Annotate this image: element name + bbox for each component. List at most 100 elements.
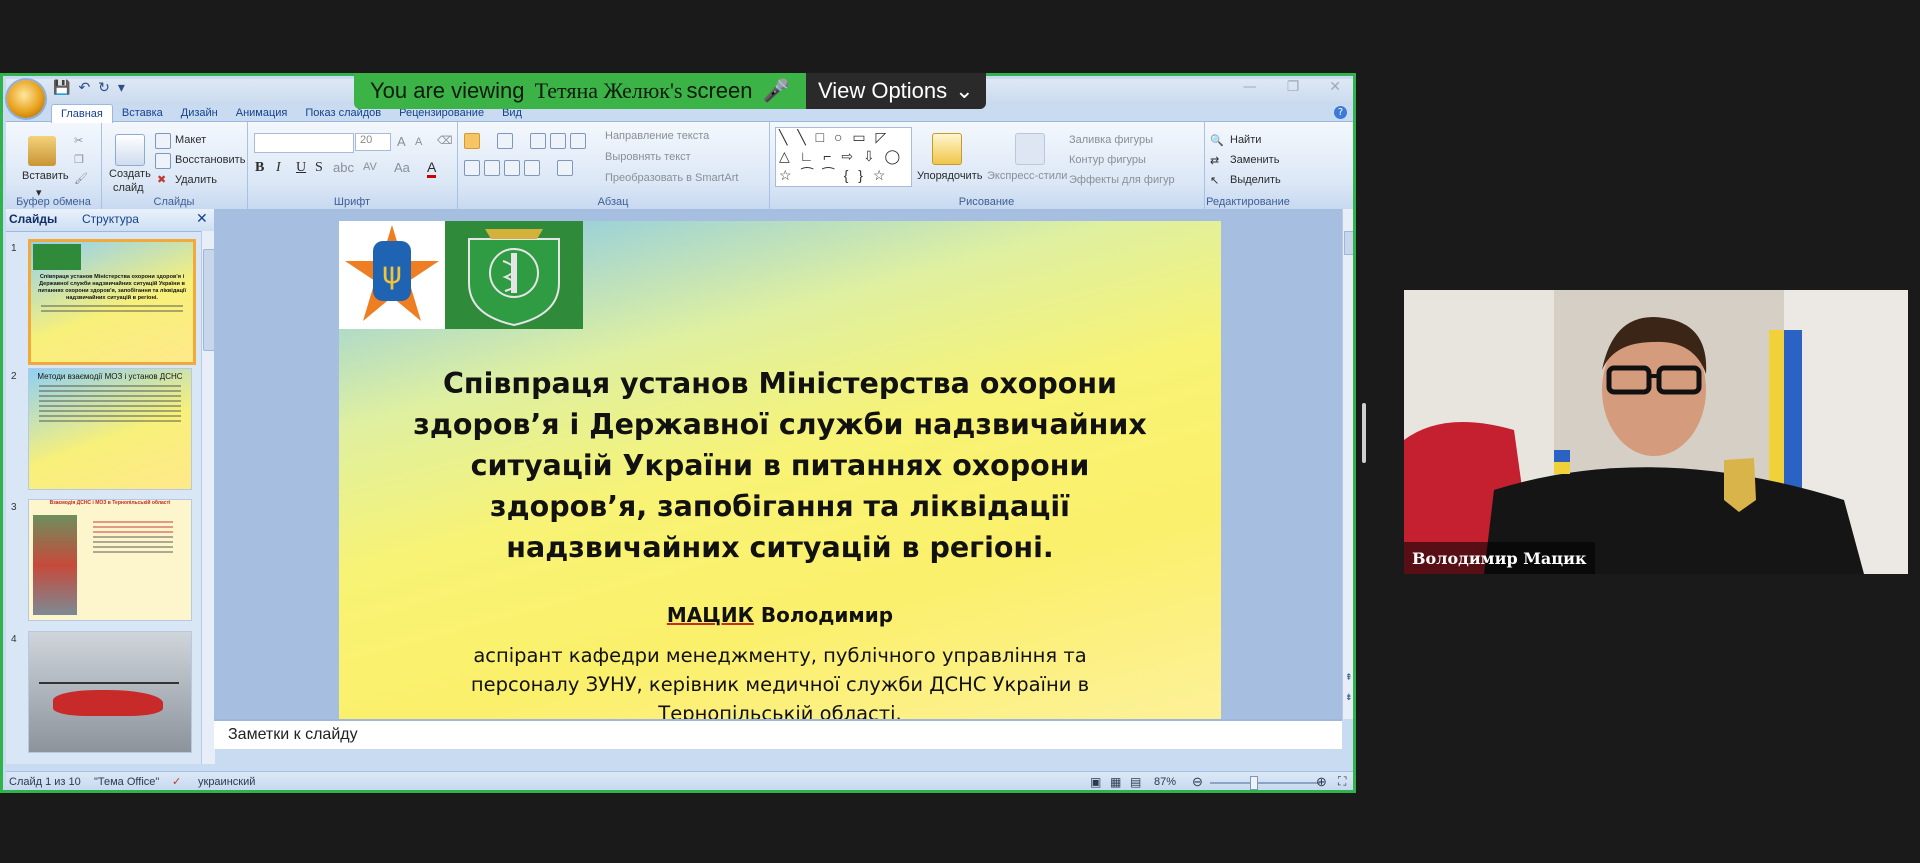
tab-insert[interactable]: Вставка [113, 104, 172, 123]
font-color-icon[interactable]: A [427, 159, 437, 178]
smartart-button[interactable]: Преобразовать в SmartArt [605, 172, 738, 184]
language[interactable]: украинский [198, 776, 255, 788]
spacing-icon[interactable]: AV [363, 161, 377, 173]
prev-slide-icon[interactable]: ⇞ [1345, 673, 1353, 683]
select-button[interactable]: Выделить [1230, 174, 1281, 186]
clear-format-icon[interactable]: ⌫ [437, 134, 453, 147]
arrange-button[interactable]: Упорядочить [917, 170, 982, 182]
underline-icon[interactable]: U [296, 160, 306, 176]
zoom-slider-handle[interactable] [1250, 776, 1258, 790]
redo-icon[interactable]: ↻ [98, 80, 110, 96]
paste-icon[interactable] [28, 136, 56, 166]
find-button[interactable]: Найти [1230, 134, 1261, 146]
numbering-icon[interactable] [497, 133, 513, 149]
justify-icon[interactable] [524, 160, 540, 176]
replace-button[interactable]: Заменить [1230, 154, 1279, 166]
drawing-label: Рисование [958, 196, 1015, 208]
normal-view-icon[interactable]: ▣ [1090, 775, 1101, 789]
quick-styles-button[interactable]: Экспресс-стили [987, 170, 1067, 182]
slide-thumb-2[interactable]: Методи взаємодії МОЗ і установ ДСНС [28, 368, 192, 490]
font-group: 20 A A ⌫ B I U S abc AV Aa A Шрифт [247, 122, 458, 210]
office-button[interactable] [7, 80, 45, 118]
slide-thumb-3[interactable]: Взаємодія ДСНС і МОЗ в Тернопільській об… [28, 499, 192, 621]
arrange-icon[interactable] [932, 133, 962, 165]
tab-design[interactable]: Дизайн [172, 104, 227, 123]
decrease-indent-icon[interactable] [530, 133, 546, 149]
slideshow-view-icon[interactable]: ▤ [1130, 775, 1141, 789]
panel-splitter[interactable] [1362, 403, 1366, 463]
zoom-out-icon[interactable]: ⊖ [1192, 774, 1203, 790]
restore-icon[interactable]: ❐ [1287, 79, 1300, 95]
zoom-in-icon[interactable]: ⊕ [1316, 774, 1327, 790]
scroll-thumb[interactable] [1344, 231, 1353, 255]
font-size-field[interactable]: 20 [355, 133, 391, 151]
shape-effects-button[interactable]: Эффекты для фигур [1069, 174, 1175, 186]
editor-scrollbar[interactable]: ⇞ ⇟ [1342, 209, 1353, 719]
thumb-title: Співпраця установ Міністерства охорони з… [37, 274, 187, 301]
save-icon[interactable]: 💾 [53, 80, 70, 96]
shape-outline-button[interactable]: Контур фигуры [1069, 154, 1146, 166]
grow-font-icon[interactable]: A [397, 134, 406, 149]
shrink-font-icon[interactable]: A [415, 136, 422, 148]
viewing-label: You are viewing Тетяна Желюк's screen 🎤 [354, 73, 806, 109]
notes-field[interactable]: Заметки к слайду [214, 719, 1342, 749]
delete-button[interactable]: Удалить [175, 174, 217, 186]
layout-button[interactable]: Макет [175, 134, 206, 146]
shape-fill-button[interactable]: Заливка фигуры [1069, 134, 1153, 146]
slide-thumb-1[interactable]: Співпраця установ Міністерства охорони з… [28, 239, 196, 365]
reset-button[interactable]: Восстановить [175, 154, 245, 166]
copy-icon[interactable]: ❐ [74, 153, 84, 166]
tab-outline[interactable]: Структура [82, 212, 139, 226]
clipboard-label: Буфер обмена [16, 196, 91, 208]
quick-styles-icon[interactable] [1015, 133, 1045, 165]
font-name-field[interactable] [254, 133, 354, 153]
thumb-number: 3 [11, 502, 17, 513]
shapes-gallery[interactable]: ╲ ╲ □ ○ ▭ ◸ △ ∟ ⌐ ⇨ ⇩ ◯ ☆ ⁀ ⁀ { } ☆ [775, 127, 912, 187]
current-slide[interactable]: ψ Співпраця установ Міністерства охорони… [339, 221, 1221, 730]
thumb-title: Взаємодія ДСНС і МОЗ в Тернопільській об… [49, 500, 171, 506]
paragraph-group: Направление текста Выровнять текст Преоб… [457, 122, 770, 210]
close-icon[interactable]: ✕ [1329, 79, 1341, 95]
participant-video[interactable] [1404, 290, 1908, 574]
align-left-icon[interactable] [464, 160, 480, 176]
align-center-icon[interactable] [484, 160, 500, 176]
change-case-icon[interactable]: Aa [394, 160, 410, 175]
pane-scrollbar[interactable] [201, 231, 215, 764]
slides-group: Создать слайд Макет Восстановить ✖ Удали… [101, 122, 248, 210]
minimize-icon[interactable]: — [1243, 79, 1257, 95]
columns-icon[interactable] [557, 160, 573, 176]
tab-slides[interactable]: Слайды [9, 212, 57, 226]
text-direction-button[interactable]: Направление текста [605, 130, 709, 142]
spellcheck-icon[interactable]: ✓ [172, 775, 181, 788]
cut-icon[interactable]: ✂ [74, 134, 83, 147]
view-options-button[interactable]: View Options ⌄ [805, 73, 986, 109]
next-slide-icon[interactable]: ⇟ [1345, 693, 1353, 703]
paste-button[interactable]: Вставить [22, 170, 69, 182]
align-text-button[interactable]: Выровнять текст [605, 151, 691, 163]
bullets-icon[interactable] [464, 133, 480, 149]
new-slide-button-line2[interactable]: слайд [113, 182, 144, 194]
strikethrough-icon[interactable]: abc [333, 160, 354, 175]
line-spacing-icon[interactable] [570, 133, 586, 149]
zoom-slider[interactable] [1210, 782, 1320, 784]
customize-icon[interactable]: ▾ [118, 80, 125, 96]
format-painter-icon[interactable]: 🖌 [74, 172, 88, 185]
help-icon[interactable]: ? [1334, 106, 1347, 119]
align-right-icon[interactable] [504, 160, 520, 176]
new-slide-button[interactable]: Создать [109, 168, 151, 180]
increase-indent-icon[interactable] [550, 133, 566, 149]
tab-home[interactable]: Главная [51, 104, 113, 123]
shadow-icon[interactable]: S [315, 160, 323, 176]
select-icon: ↖ [1210, 175, 1220, 187]
undo-icon[interactable]: ↶ [78, 80, 90, 96]
close-icon[interactable]: ✕ [196, 210, 208, 227]
new-slide-icon[interactable] [115, 134, 145, 166]
bold-icon[interactable]: B [255, 160, 264, 176]
tab-animation[interactable]: Анимация [227, 104, 297, 123]
sorter-view-icon[interactable]: ▦ [1110, 775, 1121, 789]
slide-thumb-4[interactable] [28, 631, 192, 753]
zoom-level[interactable]: 87% [1154, 776, 1176, 788]
view-options-label: View Options [817, 78, 948, 103]
italic-icon[interactable]: I [276, 160, 281, 176]
fit-window-icon[interactable]: ⛶ [1338, 774, 1346, 789]
